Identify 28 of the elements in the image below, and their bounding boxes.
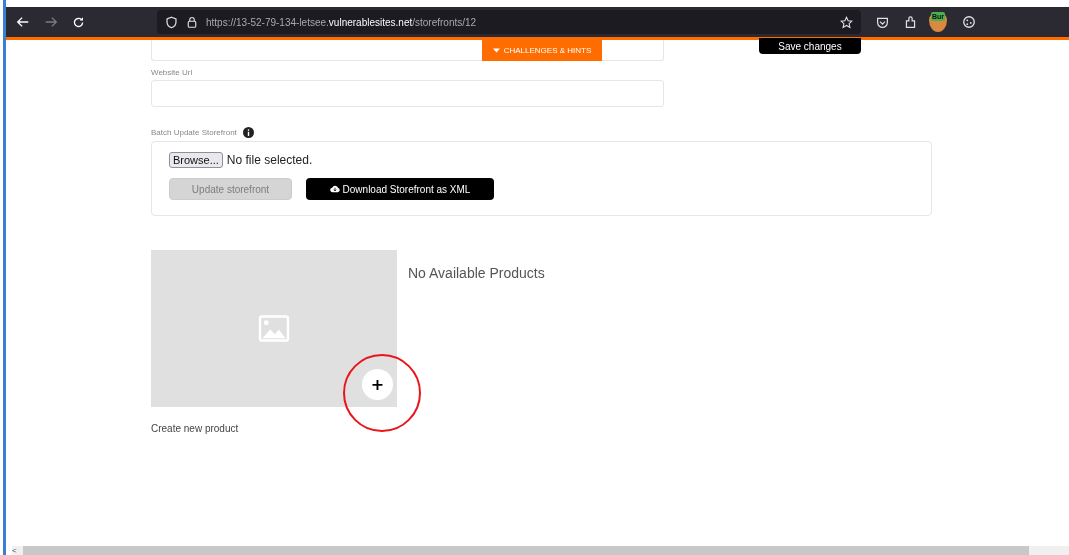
lock-icon[interactable]	[186, 16, 198, 28]
website-url-field[interactable]	[151, 80, 664, 107]
extensions-icon[interactable]	[904, 15, 917, 29]
scroll-left-arrow[interactable]: <	[12, 546, 23, 555]
reload-icon[interactable]	[72, 15, 85, 29]
add-product-button[interactable]: +	[362, 369, 393, 400]
empty-message: No Available Products	[408, 265, 545, 283]
save-changes-button[interactable]: Save changes	[759, 38, 861, 54]
shield-icon[interactable]	[165, 15, 178, 29]
address-bar[interactable]: https://13-52-79-134-letsee.vulnerablesites.net/storefronts/12	[157, 10, 861, 34]
cookie-icon[interactable]	[962, 15, 976, 29]
image-icon	[258, 315, 290, 342]
pocket-icon[interactable]	[876, 15, 889, 29]
forward-arrow-icon[interactable]	[44, 15, 58, 29]
info-icon[interactable]	[242, 127, 254, 138]
text-field[interactable]	[151, 40, 482, 61]
back-arrow-icon[interactable]	[16, 15, 30, 29]
field-label: Batch Update Storefront	[151, 128, 237, 137]
browse-button[interactable]: Browse...	[169, 152, 223, 168]
field-label: Website Url	[151, 68, 193, 77]
create-product-label: Create new product	[151, 423, 240, 434]
cloud-download-icon	[329, 185, 340, 193]
horizontal-scrollbar[interactable]: <	[12, 546, 1069, 555]
star-icon[interactable]	[840, 15, 853, 29]
caret-icon	[492, 47, 500, 54]
download-xml-button[interactable]: Download Storefront as XML	[306, 178, 494, 200]
url-text: https://13-52-79-134-letsee.vulnerablesites.net/storefronts/12	[206, 16, 478, 28]
file-status: No file selected.	[226, 153, 313, 167]
